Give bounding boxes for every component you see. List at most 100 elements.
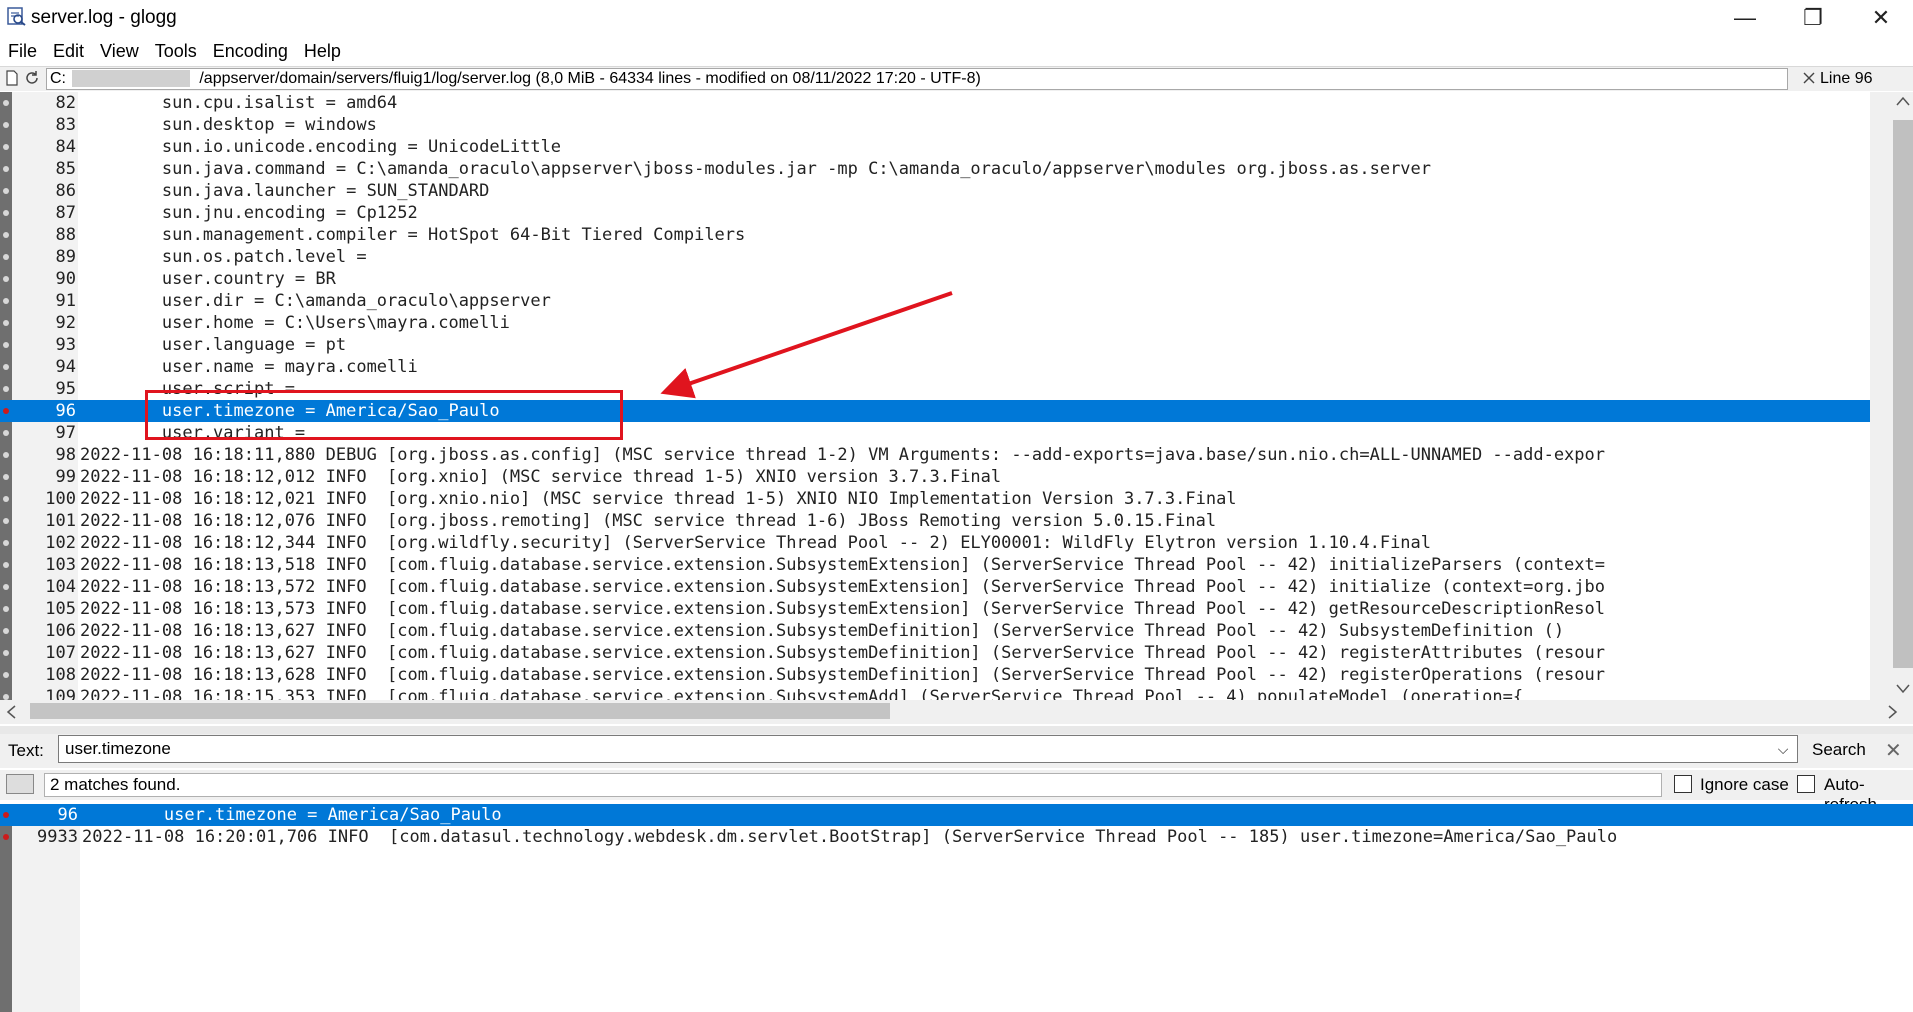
menu-encoding[interactable]: Encoding [205, 38, 296, 64]
menu-file[interactable]: File [0, 38, 45, 64]
log-line-text: sun.jnu.encoding = Cp1252 [80, 203, 418, 223]
log-line[interactable]: 82 sun.cpu.isalist = amd64 [0, 92, 1870, 114]
vertical-scroll-thumb[interactable] [1893, 120, 1913, 668]
log-line-text: user.name = mayra.comelli [80, 357, 418, 377]
line-number: 98 [55, 445, 76, 465]
search-history-dropdown-icon[interactable]: ⌵ [1772, 737, 1794, 761]
search-button[interactable]: Search [1812, 740, 1866, 760]
ignore-case-label[interactable]: Ignore case [1700, 775, 1789, 795]
log-line[interactable]: 99 2022-11-08 16:18:12,012 INFO [org.xnio… [0, 466, 1870, 488]
line-number: 84 [55, 137, 76, 157]
line-number: 96 [55, 401, 76, 421]
log-line-text: user.country = BR [80, 269, 336, 289]
menu-edit[interactable]: Edit [45, 38, 92, 64]
log-line-text: 2022-11-08 16:18:11,880 DEBUG [org.jboss… [80, 445, 1605, 465]
scroll-right-arrow-icon[interactable] [1888, 705, 1898, 719]
search-result-row[interactable]: 96 user.timezone = America/Sao_Paulo [0, 804, 1913, 826]
log-line[interactable]: 100 2022-11-08 16:18:12,021 INFO [org.xni… [0, 488, 1870, 510]
line-number: 104 [45, 577, 76, 597]
log-line-text: 2022-11-08 16:18:12,076 INFO [org.jboss.… [80, 511, 1217, 531]
scroll-left-arrow-icon[interactable] [6, 705, 16, 719]
line-number: 91 [55, 291, 76, 311]
restore-button[interactable]: ❐ [1782, 0, 1844, 36]
annotation-highlight-box [145, 390, 623, 440]
line-number: 103 [45, 555, 76, 575]
scroll-up-arrow-icon[interactable] [1896, 96, 1910, 106]
log-line-text: sun.io.unicode.encoding = UnicodeLittle [80, 137, 562, 157]
log-line[interactable]: 103 2022-11-08 16:18:13,518 INFO [com.flu… [0, 554, 1870, 576]
log-line-text: sun.desktop = windows [80, 115, 377, 135]
log-line[interactable]: 84 sun.io.unicode.encoding = UnicodeLitt… [0, 136, 1870, 158]
auto-refresh-checkbox[interactable] [1797, 775, 1815, 793]
log-line-text: user.language = pt [80, 335, 347, 355]
title-bar [0, 0, 1913, 36]
reload-icon[interactable] [24, 70, 40, 86]
search-options-icon[interactable] [6, 774, 34, 794]
pane-splitter[interactable] [0, 726, 1913, 734]
log-line[interactable]: 105 2022-11-08 16:18:13,573 INFO [com.flu… [0, 598, 1870, 620]
log-line[interactable]: 106 2022-11-08 16:18:13,627 INFO [com.flu… [0, 620, 1870, 642]
scroll-down-arrow-icon[interactable] [1896, 684, 1910, 694]
menu-tools[interactable]: Tools [147, 38, 205, 64]
log-line-text: 2022-11-08 16:18:13,572 INFO [com.fluig.… [80, 577, 1605, 597]
search-text-label: Text: [8, 741, 44, 760]
log-line[interactable]: 90 user.country = BR [0, 268, 1870, 290]
line-number: 87 [55, 203, 76, 223]
minimize-button[interactable]: — [1714, 0, 1776, 36]
line-number: 101 [45, 511, 76, 531]
log-line[interactable]: 83 sun.desktop = windows [0, 114, 1870, 136]
menu-help[interactable]: Help [296, 38, 349, 64]
line-indicator: Line 96 [1820, 70, 1873, 87]
ignore-case-checkbox[interactable] [1674, 775, 1692, 793]
line-number: 102 [45, 533, 76, 553]
line-number: 90 [55, 269, 76, 289]
match-count-box [44, 773, 1662, 797]
log-line[interactable]: 104 2022-11-08 16:18:13,572 INFO [com.flu… [0, 576, 1870, 598]
line-number: 85 [55, 159, 76, 179]
search-input[interactable] [58, 735, 1798, 763]
log-line[interactable]: 91 user.dir = C:\amanda_oraculo\appserve… [0, 290, 1870, 312]
log-line[interactable]: 102 2022-11-08 16:18:12,344 INFO [org.wil… [0, 532, 1870, 554]
line-number: 83 [55, 115, 76, 135]
log-line-text: sun.management.compiler = HotSpot 64-Bit… [80, 225, 746, 245]
line-number: 89 [55, 247, 76, 267]
search-results-list[interactable]: 96 user.timezone = America/Sao_Paulo 9933… [0, 804, 1913, 1012]
log-line[interactable]: 92 user.home = C:\Users\mayra.comelli [0, 312, 1870, 334]
log-line[interactable]: 107 2022-11-08 16:18:13,627 INFO [com.flu… [0, 642, 1870, 664]
menu-bar: File Edit View Tools Encoding Help [0, 38, 349, 64]
log-line[interactable]: 94 user.name = mayra.comelli [0, 356, 1870, 378]
menu-view[interactable]: View [92, 38, 147, 64]
log-line[interactable]: 93 user.language = pt [0, 334, 1870, 356]
line-number: 107 [45, 643, 76, 663]
line-number: 99 [55, 467, 76, 487]
log-line-text: sun.java.command = C:\amanda_oraculo\app… [80, 159, 1432, 179]
log-line-text: 2022-11-08 16:18:13,627 INFO [com.fluig.… [80, 643, 1605, 663]
log-line[interactable]: 101 2022-11-08 16:18:12,076 INFO [org.jbo… [0, 510, 1870, 532]
line-number: 100 [45, 489, 76, 509]
line-number: 108 [45, 665, 76, 685]
horizontal-scroll-thumb[interactable] [30, 703, 890, 719]
line-number: 106 [45, 621, 76, 641]
line-number: 109 [45, 687, 76, 700]
log-line[interactable]: 85 sun.java.command = C:\amanda_oraculo\… [0, 158, 1870, 180]
log-line-text: 2022-11-08 16:18:12,021 INFO [org.xnio.n… [80, 489, 1237, 509]
log-line-text: 2022-11-08 16:18:13,573 INFO [com.fluig.… [80, 599, 1605, 619]
close-search-icon[interactable]: ✕ [1885, 738, 1902, 763]
close-button[interactable]: ✕ [1850, 0, 1912, 36]
log-line[interactable]: 98 2022-11-08 16:18:11,880 DEBUG [org.jbo… [0, 444, 1870, 466]
close-file-icon[interactable] [1803, 72, 1815, 84]
result-line-text: user.timezone = America/Sao_Paulo [82, 805, 502, 825]
log-line[interactable]: 89 sun.os.patch.level = [0, 246, 1870, 268]
log-line-text: 2022-11-08 16:18:15,353 INFO [com.fluig.… [80, 687, 1524, 700]
log-line[interactable]: 86 sun.java.launcher = SUN_STANDARD [0, 180, 1870, 202]
log-line-text: 2022-11-08 16:18:12,344 INFO [org.wildfl… [80, 533, 1432, 553]
log-line[interactable]: 108 2022-11-08 16:18:13,628 INFO [com.flu… [0, 664, 1870, 686]
log-line[interactable]: 88 sun.management.compiler = HotSpot 64-… [0, 224, 1870, 246]
log-line-text: sun.java.launcher = SUN_STANDARD [80, 181, 490, 201]
log-line[interactable]: 87 sun.jnu.encoding = Cp1252 [0, 202, 1870, 224]
log-line[interactable]: 109 2022-11-08 16:18:15,353 INFO [com.flu… [0, 686, 1870, 700]
document-icon[interactable] [5, 70, 19, 86]
search-result-row[interactable]: 9933 2022-11-08 16:20:01,706 INFO [com.da… [0, 826, 1913, 848]
line-number: 88 [55, 225, 76, 245]
log-line-text: 2022-11-08 16:18:12,012 INFO [org.xnio] … [80, 467, 1002, 487]
